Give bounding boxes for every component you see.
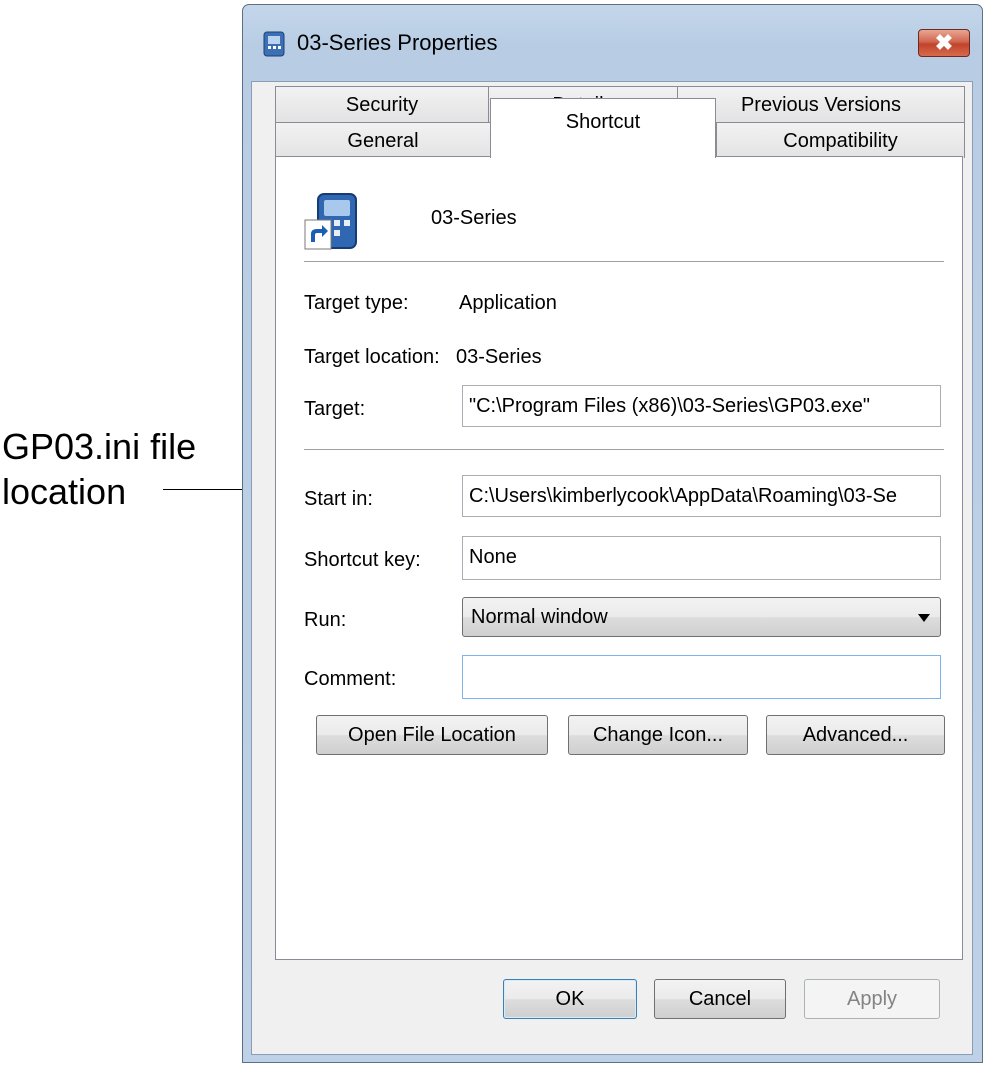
callout-line-1: GP03.ini file bbox=[2, 426, 197, 467]
title-bar[interactable]: 03-Series Properties ✖ bbox=[243, 5, 982, 83]
separator bbox=[304, 261, 944, 263]
tab-label: Security bbox=[345, 94, 419, 116]
target-location-value: 03-Series bbox=[456, 346, 542, 368]
shortcut-key-field[interactable]: None bbox=[462, 536, 941, 580]
target-label: Target: bbox=[304, 398, 366, 420]
target-type-value: Application bbox=[459, 292, 557, 314]
open-file-location-button[interactable]: Open File Location bbox=[316, 715, 548, 755]
tab-label: Shortcut bbox=[565, 111, 641, 133]
change-icon-button[interactable]: Change Icon... bbox=[568, 715, 748, 755]
tab-previous-versions[interactable]: Previous Versions bbox=[677, 86, 965, 122]
run-label: Run: bbox=[304, 609, 347, 631]
callout-annotation: GP03.ini file location bbox=[2, 424, 196, 514]
tab-compatibility[interactable]: Compatibility bbox=[716, 122, 965, 158]
shortcut-app-icon bbox=[304, 193, 357, 250]
shortcut-key-label: Shortcut key: bbox=[304, 549, 421, 571]
cancel-button[interactable]: Cancel bbox=[654, 979, 786, 1019]
separator bbox=[304, 449, 944, 451]
tab-security[interactable]: Security bbox=[275, 86, 489, 122]
tab-label: General bbox=[347, 130, 419, 152]
tab-shortcut[interactable]: Shortcut bbox=[490, 98, 716, 158]
tab-general[interactable]: General bbox=[275, 122, 491, 158]
comment-label: Comment: bbox=[304, 668, 397, 690]
ok-button[interactable]: OK bbox=[503, 979, 637, 1019]
window-title: 03-Series Properties bbox=[297, 30, 498, 55]
apply-button[interactable]: Apply bbox=[804, 979, 940, 1019]
start-in-field[interactable]: C:\Users\kimberlycook\AppData\Roaming\03… bbox=[462, 475, 941, 517]
target-location-label: Target location: bbox=[304, 346, 440, 368]
run-select[interactable]: Normal window bbox=[462, 597, 941, 637]
comment-field[interactable] bbox=[462, 655, 941, 699]
close-button[interactable]: ✖ bbox=[918, 29, 970, 57]
advanced-button[interactable]: Advanced... bbox=[766, 715, 945, 755]
target-field[interactable]: "C:\Program Files (x86)\03-Series\GP03.e… bbox=[462, 385, 941, 427]
chevron-down-icon bbox=[918, 614, 930, 622]
properties-dialog: 03-Series Properties ✖ Security Details … bbox=[242, 4, 983, 1063]
callout-line-2: location bbox=[2, 471, 127, 512]
dialog-client-area: Security Details Previous Versions Gener… bbox=[251, 81, 973, 1055]
tab-label: Compatibility bbox=[783, 130, 898, 152]
tab-label: Previous Versions bbox=[740, 94, 902, 116]
run-select-value: Normal window bbox=[471, 606, 608, 628]
app-icon bbox=[263, 31, 285, 57]
start-in-label: Start in: bbox=[304, 488, 373, 510]
shortcut-name: 03-Series bbox=[431, 207, 517, 229]
target-type-label: Target type: bbox=[304, 292, 409, 314]
shortcut-tab-panel: 03-Series Target type: Application Targe… bbox=[275, 156, 963, 960]
